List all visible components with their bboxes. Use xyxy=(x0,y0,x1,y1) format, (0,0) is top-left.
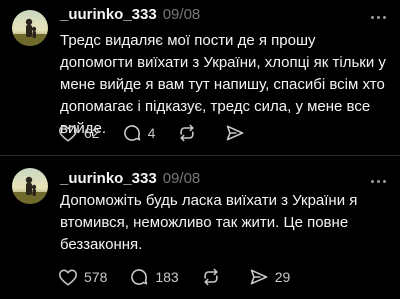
share-count: 29 xyxy=(274,269,291,285)
username[interactable]: _uurinko_333 xyxy=(60,6,157,23)
like-count: 62 xyxy=(84,125,100,141)
avatar-image xyxy=(12,168,48,204)
post-date: 09/08 xyxy=(162,170,201,187)
repost-button[interactable] xyxy=(201,267,227,287)
heart-icon xyxy=(59,125,77,142)
reply-button[interactable]: 183 xyxy=(129,267,179,287)
more-icon[interactable] xyxy=(368,7,388,27)
share-button[interactable]: 29 xyxy=(249,267,291,287)
like-button[interactable]: 62 xyxy=(58,124,100,142)
post-date: 09/08 xyxy=(162,6,201,23)
post-text: Допоможіть будь ласка виїхати з України … xyxy=(60,192,358,253)
username[interactable]: _uurinko_333 xyxy=(60,170,157,187)
repost-icon xyxy=(204,268,218,286)
reply-count: 4 xyxy=(147,125,156,141)
post[interactable]: _uurinko_333 09/08 Тредс видаляє мої пос… xyxy=(0,0,400,155)
avatar[interactable] xyxy=(12,168,48,204)
share-icon xyxy=(250,269,268,285)
comment-icon xyxy=(123,125,140,141)
reply-button[interactable]: 4 xyxy=(122,123,156,143)
repost-icon xyxy=(180,124,194,142)
more-icon[interactable] xyxy=(368,171,388,191)
like-count: 578 xyxy=(84,269,108,285)
like-button[interactable]: 578 xyxy=(58,268,107,286)
comment-icon xyxy=(131,269,148,285)
share-button[interactable] xyxy=(225,123,251,143)
share-icon xyxy=(227,125,244,141)
avatar-image xyxy=(12,10,48,46)
repost-button[interactable] xyxy=(177,123,203,143)
post[interactable]: _uurinko_333 09/08 Допоможіть будь ласка… xyxy=(0,156,400,299)
heart-icon xyxy=(59,269,77,286)
reply-count: 183 xyxy=(155,269,179,285)
avatar[interactable] xyxy=(12,10,48,46)
